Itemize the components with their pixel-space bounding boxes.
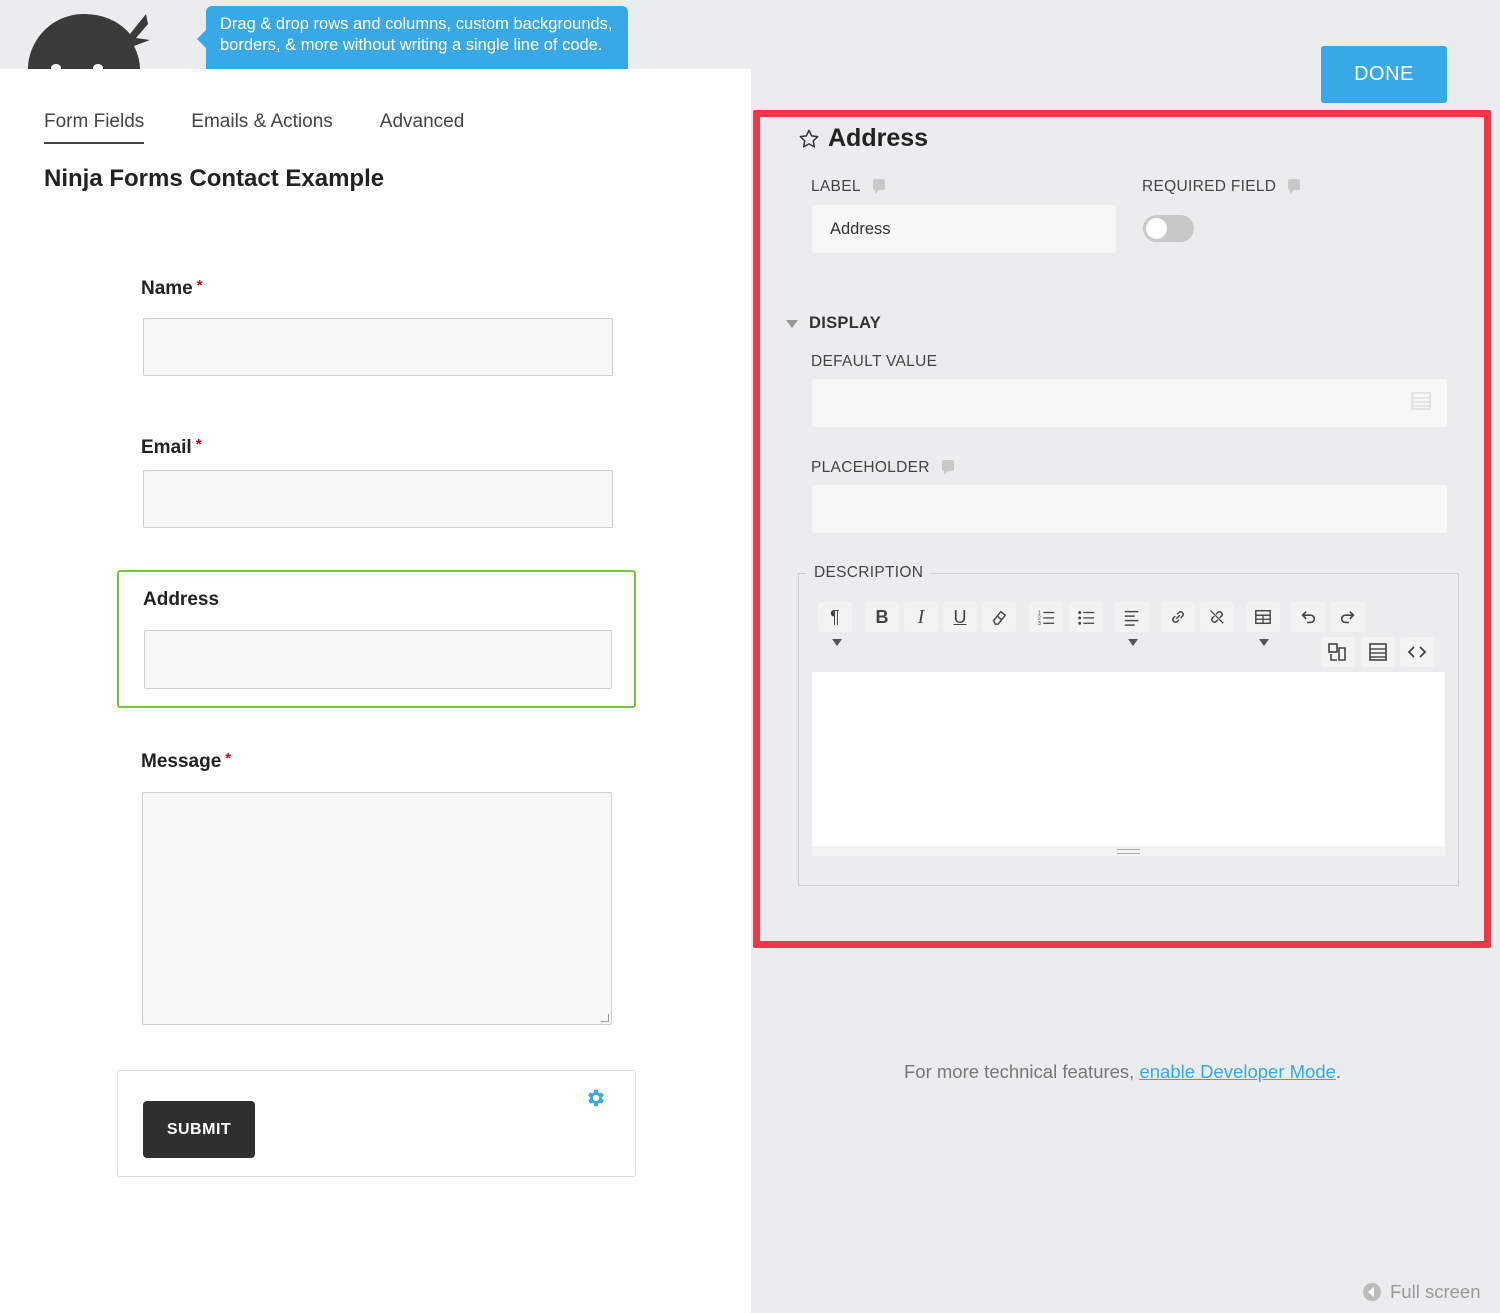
svg-text:3: 3 bbox=[1038, 621, 1041, 626]
placeholder-input[interactable] bbox=[812, 485, 1447, 533]
required-heading-text: REQUIRED FIELD bbox=[1142, 178, 1277, 195]
email-label-text: Email bbox=[141, 437, 192, 458]
description-heading: DESCRIPTION bbox=[806, 564, 932, 582]
underline-icon[interactable]: U bbox=[943, 602, 977, 632]
email-input[interactable] bbox=[143, 470, 613, 528]
toggle-knob bbox=[1146, 218, 1167, 239]
submit-button[interactable]: SUBMIT bbox=[143, 1101, 255, 1158]
default-value-input[interactable] bbox=[812, 379, 1447, 427]
enable-developer-mode-link[interactable]: enable Developer Mode bbox=[1139, 1061, 1335, 1082]
name-label-text: Name bbox=[141, 278, 193, 299]
unordered-list-icon[interactable] bbox=[1069, 602, 1103, 632]
paragraph-icon[interactable]: ¶ bbox=[818, 602, 852, 632]
merge-tag-list-icon[interactable] bbox=[1411, 391, 1431, 411]
code-view-icon[interactable] bbox=[1400, 637, 1434, 667]
tab-emails-actions[interactable]: Emails & Actions bbox=[191, 111, 333, 144]
tooltip-text: Drag & drop rows and columns, custom bac… bbox=[220, 15, 613, 54]
required-toggle[interactable] bbox=[1143, 215, 1194, 242]
fullscreen-toggle[interactable]: Full screen bbox=[1363, 1281, 1480, 1303]
note-suffix: . bbox=[1335, 1061, 1342, 1082]
message-field-label: Message * bbox=[141, 750, 231, 773]
editor-resize-grip-icon[interactable] bbox=[1117, 849, 1140, 854]
address-field-label: Address bbox=[143, 589, 220, 610]
drawer-title: Address bbox=[798, 124, 928, 153]
unlink-icon[interactable] bbox=[1200, 602, 1234, 632]
submit-field-container[interactable]: SUBMIT bbox=[117, 1070, 636, 1177]
required-star: * bbox=[225, 750, 232, 767]
placeholder-setting-heading: PLACEHOLDER bbox=[811, 459, 954, 477]
paragraph-dropdown-caret-icon[interactable] bbox=[832, 639, 842, 646]
display-heading-text: DISPLAY bbox=[809, 314, 882, 332]
email-field-label: Email * bbox=[141, 436, 202, 459]
ordered-list-icon[interactable]: 123 bbox=[1029, 602, 1063, 632]
tab-form-fields[interactable]: Form Fields bbox=[44, 111, 145, 144]
table-icon[interactable] bbox=[1246, 602, 1280, 632]
placeholder-heading-text: PLACEHOLDER bbox=[811, 459, 930, 476]
link-icon[interactable] bbox=[1161, 602, 1195, 632]
required-star: * bbox=[195, 436, 202, 453]
fullscreen-label: Full screen bbox=[1390, 1281, 1481, 1302]
message-label-text: Message bbox=[141, 751, 222, 772]
resize-handle-icon[interactable] bbox=[601, 1014, 609, 1022]
bold-icon[interactable]: B bbox=[865, 602, 899, 632]
help-bubble-icon[interactable] bbox=[1288, 178, 1301, 194]
merge-tags-icon[interactable] bbox=[1321, 637, 1355, 667]
note-prefix: For more technical features, bbox=[904, 1061, 1140, 1082]
developer-mode-note: For more technical features, enable Deve… bbox=[904, 1061, 1341, 1083]
collapse-triangle-icon bbox=[786, 319, 798, 328]
name-input[interactable] bbox=[143, 318, 613, 376]
done-button[interactable]: DONE bbox=[1321, 46, 1447, 103]
text-block-icon[interactable] bbox=[1361, 637, 1395, 667]
name-field-label: Name * bbox=[141, 277, 203, 300]
display-section-toggle[interactable]: DISPLAY bbox=[786, 314, 881, 333]
align-icon[interactable] bbox=[1115, 602, 1149, 632]
eraser-icon[interactable] bbox=[982, 602, 1016, 632]
form-builder-panel: Form Fields Emails & Actions Advanced Ni… bbox=[0, 69, 751, 1313]
address-input[interactable] bbox=[144, 630, 612, 689]
star-icon[interactable] bbox=[798, 128, 820, 150]
message-textarea[interactable] bbox=[142, 792, 612, 1025]
redo-icon[interactable] bbox=[1331, 602, 1365, 632]
builder-tabs: Form Fields Emails & Actions Advanced bbox=[44, 111, 511, 144]
description-editor[interactable] bbox=[812, 672, 1445, 846]
required-setting-heading: REQUIRED FIELD bbox=[1142, 178, 1301, 196]
table-dropdown-caret-icon[interactable] bbox=[1259, 639, 1269, 646]
help-bubble-icon[interactable] bbox=[872, 178, 885, 194]
required-star: * bbox=[196, 277, 203, 294]
align-dropdown-caret-icon[interactable] bbox=[1128, 639, 1138, 646]
ninja-logo-icon bbox=[22, 10, 152, 70]
label-heading-text: LABEL bbox=[811, 178, 861, 195]
gear-icon[interactable] bbox=[585, 1087, 607, 1109]
collapse-arrow-icon bbox=[1363, 1283, 1381, 1301]
tab-advanced[interactable]: Advanced bbox=[380, 111, 465, 144]
label-setting-heading: LABEL bbox=[811, 178, 885, 196]
italic-icon[interactable]: I bbox=[904, 602, 938, 632]
default-value-heading: DEFAULT VALUE bbox=[811, 353, 938, 370]
form-title: Ninja Forms Contact Example bbox=[44, 165, 385, 192]
drawer-title-text: Address bbox=[828, 124, 929, 152]
label-input[interactable]: Address bbox=[812, 205, 1116, 253]
help-bubble-icon[interactable] bbox=[941, 459, 954, 475]
undo-icon[interactable] bbox=[1291, 602, 1325, 632]
